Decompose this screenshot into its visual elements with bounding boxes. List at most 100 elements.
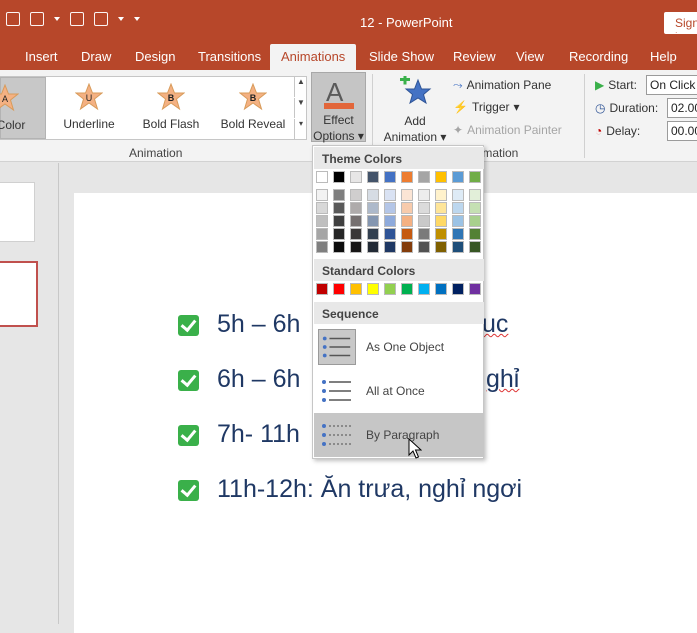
bullet-text[interactable]: 5h – 6h <box>217 310 300 339</box>
gallery-item-underline[interactable]: U Underline <box>57 77 121 139</box>
tab-help[interactable]: Help <box>650 44 677 70</box>
tab-slide-show[interactable]: Slide Show <box>369 44 434 70</box>
effect-options-button[interactable]: A Effect Options ▾ <box>311 72 366 143</box>
theme-color-shade-swatch[interactable] <box>469 202 481 214</box>
theme-color-shade-swatch[interactable] <box>435 241 447 253</box>
theme-color-shade-swatch[interactable] <box>401 202 413 214</box>
new-file-icon[interactable] <box>70 12 84 26</box>
theme-color-swatch[interactable] <box>333 171 345 183</box>
animation-painter-button[interactable]: ✦ Animation Painter <box>453 121 562 139</box>
bullet-text[interactable]: 6h – 6h <box>217 365 300 394</box>
tab-transitions[interactable]: Transitions <box>198 44 261 70</box>
bullet-text[interactable]: 7h- 11h <box>217 420 300 449</box>
standard-color-swatch[interactable] <box>418 283 430 295</box>
theme-color-shade-swatch[interactable] <box>333 202 345 214</box>
theme-color-shade-swatch[interactable] <box>435 189 447 201</box>
tab-draw[interactable]: Draw <box>81 44 111 70</box>
theme-color-shade-swatch[interactable] <box>435 228 447 240</box>
theme-color-shade-swatch[interactable] <box>384 241 396 253</box>
theme-color-swatch[interactable] <box>316 171 328 183</box>
theme-color-shade-swatch[interactable] <box>418 241 430 253</box>
theme-color-shade-swatch[interactable] <box>367 241 379 253</box>
gallery-item-bold-flash[interactable]: B Bold Flash <box>139 77 203 139</box>
gallery-scroll-down-icon[interactable]: ▼ <box>294 98 307 118</box>
standard-color-swatch[interactable] <box>384 283 396 295</box>
theme-color-shade-swatch[interactable] <box>367 202 379 214</box>
tab-design[interactable]: Design <box>135 44 175 70</box>
new-slide-icon[interactable] <box>94 12 108 26</box>
theme-color-shade-swatch[interactable] <box>418 228 430 240</box>
theme-color-shade-swatch[interactable] <box>469 241 481 253</box>
theme-color-shade-swatch[interactable] <box>401 189 413 201</box>
gallery-item-color[interactable]: A Color <box>0 77 46 139</box>
theme-color-shade-swatch[interactable] <box>350 241 362 253</box>
tab-recording[interactable]: Recording <box>569 44 628 70</box>
theme-color-shade-swatch[interactable] <box>367 215 379 227</box>
theme-color-shade-swatch[interactable] <box>452 202 464 214</box>
theme-color-shade-swatch[interactable] <box>316 202 328 214</box>
standard-color-swatch[interactable] <box>316 283 328 295</box>
theme-color-swatch[interactable] <box>452 171 464 183</box>
theme-color-shade-swatch[interactable] <box>469 215 481 227</box>
trigger-button[interactable]: ⚡ Trigger ▾ <box>453 98 520 116</box>
standard-color-swatch[interactable] <box>350 283 362 295</box>
chevron-down-icon[interactable] <box>118 17 124 21</box>
theme-color-shade-swatch[interactable] <box>316 241 328 253</box>
signin-button[interactable]: Sign in <box>664 12 697 34</box>
start-dropdown[interactable]: On Click <box>646 75 697 95</box>
sequence-all-at-once[interactable]: All at Once <box>314 369 484 413</box>
tab-view[interactable]: View <box>516 44 544 70</box>
thumbnail-pane-divider[interactable] <box>58 163 59 624</box>
present-icon[interactable] <box>30 12 44 26</box>
theme-color-shade-swatch[interactable] <box>384 228 396 240</box>
theme-color-swatch[interactable] <box>401 171 413 183</box>
theme-color-swatch[interactable] <box>384 171 396 183</box>
theme-color-shade-swatch[interactable] <box>384 202 396 214</box>
theme-color-shade-swatch[interactable] <box>418 215 430 227</box>
theme-color-shade-swatch[interactable] <box>384 215 396 227</box>
theme-color-shade-swatch[interactable] <box>452 189 464 201</box>
theme-color-shade-swatch[interactable] <box>401 241 413 253</box>
delay-field[interactable]: 00.00 <box>667 121 697 141</box>
theme-color-shade-swatch[interactable] <box>418 202 430 214</box>
theme-color-shade-swatch[interactable] <box>418 189 430 201</box>
theme-color-shade-swatch[interactable] <box>316 189 328 201</box>
standard-color-swatch[interactable] <box>452 283 464 295</box>
tab-animations[interactable]: Animations <box>270 44 357 70</box>
theme-color-shade-swatch[interactable] <box>333 228 345 240</box>
theme-color-swatch[interactable] <box>367 171 379 183</box>
theme-color-shade-swatch[interactable] <box>384 189 396 201</box>
theme-color-shade-swatch[interactable] <box>469 189 481 201</box>
tab-review[interactable]: Review <box>453 44 496 70</box>
theme-color-shade-swatch[interactable] <box>469 228 481 240</box>
theme-color-shade-swatch[interactable] <box>452 215 464 227</box>
slide-thumbnail-selected[interactable] <box>0 261 38 327</box>
gallery-scroll-up-icon[interactable]: ▲ <box>294 77 307 97</box>
standard-color-swatch[interactable] <box>435 283 447 295</box>
theme-color-shade-swatch[interactable] <box>401 215 413 227</box>
standard-color-swatch[interactable] <box>367 283 379 295</box>
slide-thumbnail[interactable] <box>0 182 35 242</box>
duration-field[interactable]: 02.00 <box>667 98 697 118</box>
theme-color-shade-swatch[interactable] <box>452 228 464 240</box>
slideshow-icon[interactable] <box>6 12 20 26</box>
bullet-text[interactable]: 11h-12h: Ăn trưa, nghỉ ngơi <box>217 475 522 504</box>
theme-color-swatch[interactable] <box>435 171 447 183</box>
theme-color-shade-swatch[interactable] <box>367 189 379 201</box>
customize-toolbar-icon[interactable] <box>134 17 140 21</box>
sequence-as-one-object[interactable]: As One Object <box>314 325 484 369</box>
theme-color-shade-swatch[interactable] <box>316 228 328 240</box>
gallery-item-bold-reveal[interactable]: B Bold Reveal <box>217 77 289 139</box>
theme-color-shade-swatch[interactable] <box>435 202 447 214</box>
theme-color-shade-swatch[interactable] <box>350 228 362 240</box>
theme-color-swatch[interactable] <box>350 171 362 183</box>
standard-color-swatch[interactable] <box>333 283 345 295</box>
theme-color-shade-swatch[interactable] <box>333 241 345 253</box>
theme-color-shade-swatch[interactable] <box>367 228 379 240</box>
theme-color-shade-swatch[interactable] <box>401 228 413 240</box>
standard-color-swatch[interactable] <box>469 283 481 295</box>
theme-color-shade-swatch[interactable] <box>316 215 328 227</box>
tab-insert[interactable]: Insert <box>25 44 58 70</box>
theme-color-shade-swatch[interactable] <box>333 189 345 201</box>
chevron-down-icon[interactable] <box>54 17 60 21</box>
